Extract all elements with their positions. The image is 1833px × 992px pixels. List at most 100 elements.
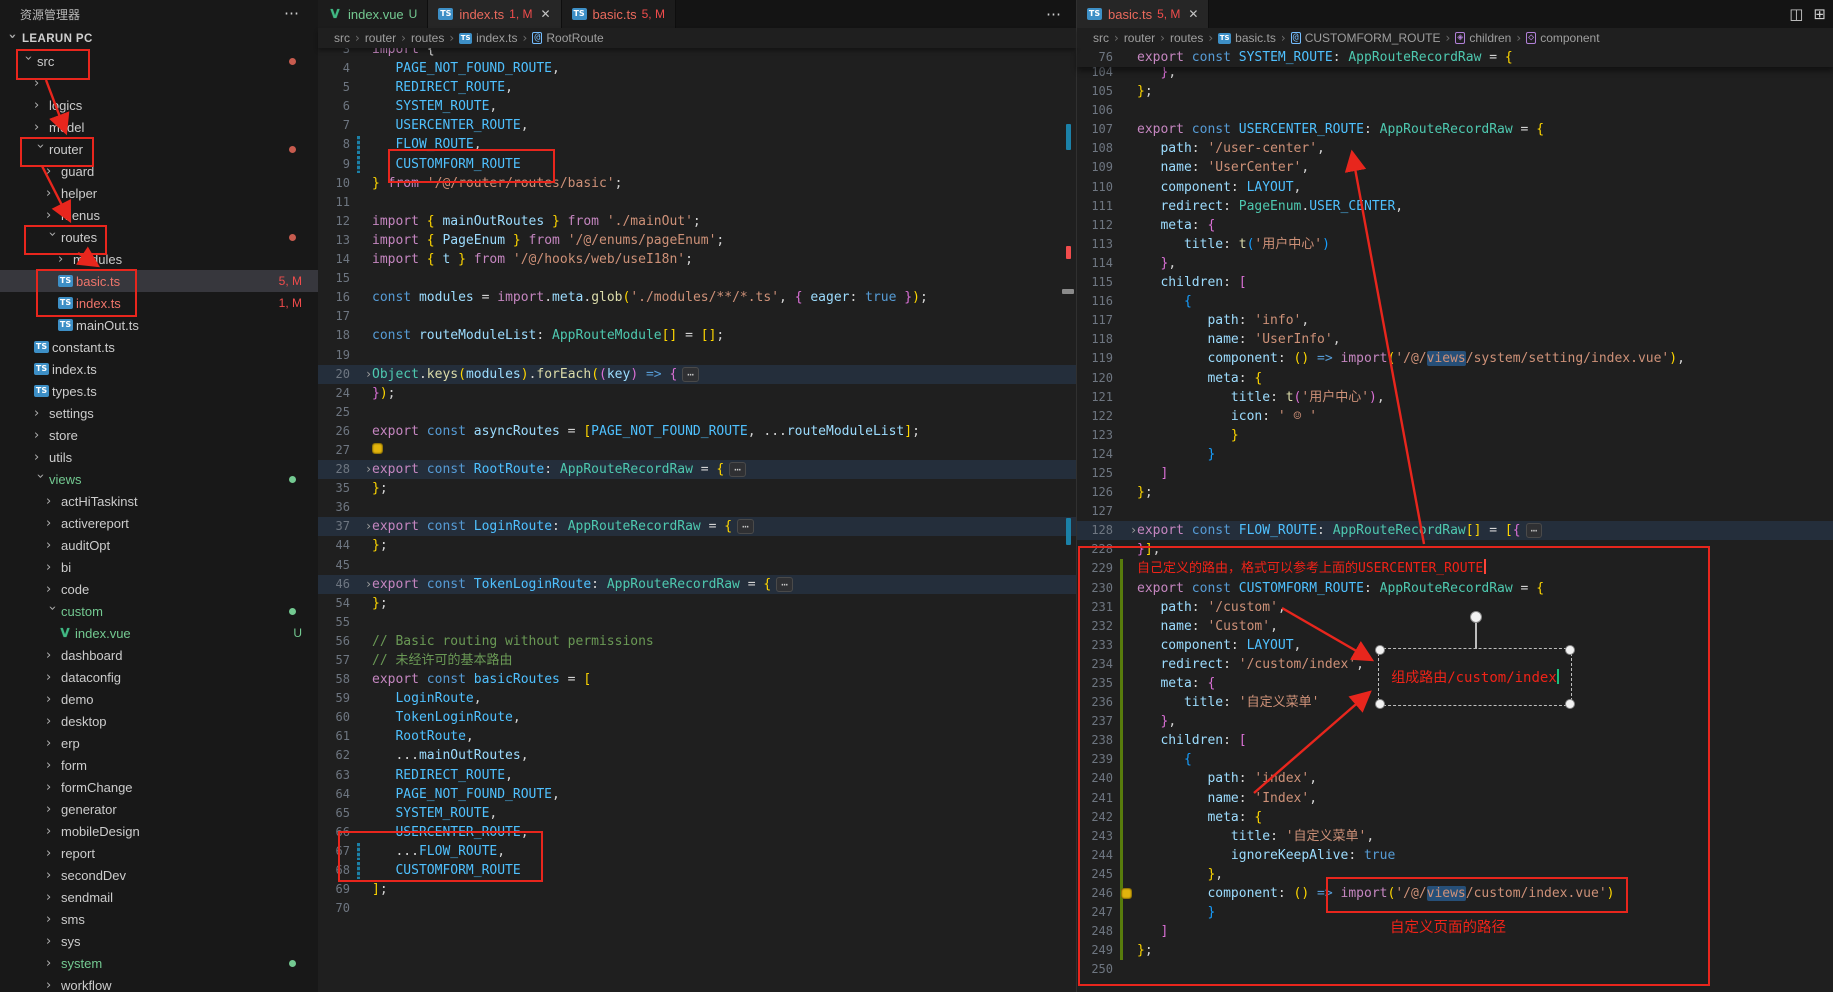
- tab-index.vue[interactable]: Vindex.vueU: [318, 0, 428, 28]
- explorer-header: 资源管理器 ⋯: [0, 0, 318, 28]
- breadcrumb-item-routes[interactable]: routes: [1170, 31, 1203, 45]
- tab-basic.ts[interactable]: TSbasic.ts5, M✕: [1077, 0, 1209, 28]
- tree-item-demo[interactable]: ›demo: [0, 688, 318, 710]
- lightbulb-icon[interactable]: [1121, 888, 1132, 899]
- tree-item-settings[interactable]: ›settings: [0, 402, 318, 424]
- code-line-17: 17: [318, 307, 1076, 326]
- tree-item-types.ts[interactable]: TStypes.ts: [0, 380, 318, 402]
- tree-item-sms[interactable]: ›sms: [0, 908, 318, 930]
- breadcrumb-item-component[interactable]: ◇component: [1526, 31, 1599, 45]
- tree-item-form[interactable]: ›form: [0, 754, 318, 776]
- fold-chevron-icon[interactable]: ›: [366, 460, 371, 479]
- editor-more-actions-icon[interactable]: ⋯: [1046, 5, 1062, 23]
- folded-code-ellipsis[interactable]: ⋯: [729, 462, 746, 477]
- folded-code-ellipsis[interactable]: ⋯: [682, 367, 699, 382]
- tree-item-helper[interactable]: ›helper: [0, 182, 318, 204]
- tree-item-erp[interactable]: ›erp: [0, 732, 318, 754]
- tree-item-system[interactable]: ›system: [0, 952, 318, 974]
- chevron-right-icon: ›: [34, 120, 46, 135]
- fold-chevron-icon[interactable]: ›: [1131, 521, 1136, 540]
- folded-code-ellipsis[interactable]: ⋯: [1526, 523, 1543, 538]
- code-line-67: 67 ...FLOW_ROUTE,: [318, 842, 1076, 861]
- fold-chevron-icon[interactable]: ›: [366, 365, 371, 384]
- tab-index.ts[interactable]: TSindex.ts1, M✕: [428, 0, 561, 28]
- typescript-file-icon: TS: [459, 33, 472, 44]
- tree-item-views[interactable]: ›views: [0, 468, 318, 490]
- file-tree[interactable]: ›src› ›logics›model›router›guard›helper›…: [0, 50, 318, 992]
- tree-item-custom[interactable]: ›custom: [0, 600, 318, 622]
- tree-item-sys[interactable]: ›sys: [0, 930, 318, 952]
- overview-ruler[interactable]: [1062, 48, 1074, 992]
- code-editor-index-ts[interactable]: 3import {4 PAGE_NOT_FOUND_ROUTE,5 REDIRE…: [318, 40, 1076, 992]
- tree-item-index.ts[interactable]: TSindex.ts1, M: [0, 292, 318, 314]
- tab-basic.ts[interactable]: TSbasic.ts5, M: [562, 0, 676, 28]
- tree-item-activereport[interactable]: ›activereport: [0, 512, 318, 534]
- folded-code-ellipsis[interactable]: ⋯: [776, 577, 793, 592]
- fold-chevron-icon[interactable]: ›: [366, 517, 371, 536]
- symbol-constant-icon: @: [532, 32, 542, 44]
- tree-item-workflow[interactable]: ›workflow: [0, 974, 318, 992]
- folded-code-ellipsis[interactable]: ⋯: [737, 519, 754, 534]
- lightbulb-icon[interactable]: [372, 443, 383, 454]
- code-line-55: 55: [318, 613, 1076, 632]
- tree-item-logics[interactable]: ›logics: [0, 94, 318, 116]
- explorer-title: 资源管理器: [20, 6, 80, 23]
- tree-item-model[interactable]: ›model: [0, 116, 318, 138]
- tab-status-badge: 1, M: [509, 7, 532, 21]
- tree-item-auditOpt[interactable]: ›auditOpt: [0, 534, 318, 556]
- tree-item-utils[interactable]: ›utils: [0, 446, 318, 468]
- tree-item-mobileDesign[interactable]: ›mobileDesign: [0, 820, 318, 842]
- breadcrumb-item-index.ts[interactable]: TSindex.ts: [459, 31, 517, 45]
- tree-item-secondDev[interactable]: ›secondDev: [0, 864, 318, 886]
- breadcrumb-item-router[interactable]: router: [1124, 31, 1155, 45]
- tree-item-dashboard[interactable]: ›dashboard: [0, 644, 318, 666]
- tree-item-guard[interactable]: ›guard: [0, 160, 318, 182]
- breadcrumb-item-src[interactable]: src: [1093, 31, 1109, 45]
- tree-item-code[interactable]: ›code: [0, 578, 318, 600]
- tree-item-basic.ts[interactable]: TSbasic.ts5, M: [0, 270, 318, 292]
- tree-item-src[interactable]: ›src: [0, 50, 318, 72]
- breadcrumb-item-children[interactable]: ◈children: [1455, 31, 1511, 45]
- tree-item-label: activereport: [61, 516, 129, 531]
- close-icon[interactable]: ✕: [540, 7, 550, 21]
- gutter-added-bar: [1120, 808, 1123, 827]
- tree-item-index.ts[interactable]: TSindex.ts: [0, 358, 318, 380]
- tree-item-actHiTaskinst[interactable]: ›actHiTaskinst: [0, 490, 318, 512]
- tree-item-menus[interactable]: ›menus: [0, 204, 318, 226]
- project-root-item[interactable]: › LEARUN PC: [0, 28, 318, 50]
- tree-item-generator[interactable]: ›generator: [0, 798, 318, 820]
- tree-item-index.vue[interactable]: Vindex.vueU: [0, 622, 318, 644]
- tab-status-badge: U: [409, 7, 418, 21]
- editor-layout-icon[interactable]: ⊞: [1813, 5, 1826, 23]
- tree-item-report[interactable]: ›report: [0, 842, 318, 864]
- code-line-109: 109 name: 'UserCenter',: [1077, 158, 1833, 177]
- split-editor-icon[interactable]: ◫: [1789, 5, 1803, 23]
- fold-chevron-icon[interactable]: ›: [366, 575, 371, 594]
- breadcrumb-item-CUSTOMFORM_ROUTE[interactable]: @CUSTOMFORM_ROUTE: [1291, 31, 1441, 45]
- breadcrumb-item-RootRoute[interactable]: @RootRoute: [532, 31, 603, 45]
- tree-item-dataconfig[interactable]: ›dataconfig: [0, 666, 318, 688]
- breadcrumb-item-routes[interactable]: routes: [411, 31, 444, 45]
- code-editor-basic-ts[interactable]: 104 },105};106107export const USERCENTER…: [1077, 63, 1833, 992]
- tree-item-desktop[interactable]: ›desktop: [0, 710, 318, 732]
- breadcrumb-item-src[interactable]: src: [334, 31, 350, 45]
- tree-item-router[interactable]: ›router: [0, 138, 318, 160]
- text-cursor: [1484, 559, 1486, 574]
- gutter-added-bar: [1120, 579, 1123, 598]
- tree-item-hidden[interactable]: ›: [0, 72, 318, 94]
- tree-item-constant.ts[interactable]: TSconstant.ts: [0, 336, 318, 358]
- git-status-dot: [289, 476, 296, 483]
- tree-item-label: actHiTaskinst: [61, 494, 138, 509]
- sticky-scroll-line[interactable]: 76export const SYSTEM_ROUTE: AppRouteRec…: [1077, 48, 1833, 67]
- tree-item-routes[interactable]: ›routes: [0, 226, 318, 248]
- breadcrumb-item-router[interactable]: router: [365, 31, 396, 45]
- explorer-more-actions-icon[interactable]: ⋯: [284, 4, 300, 22]
- breadcrumb-item-basic.ts[interactable]: TSbasic.ts: [1218, 31, 1276, 45]
- tree-item-bi[interactable]: ›bi: [0, 556, 318, 578]
- tree-item-formChange[interactable]: ›formChange: [0, 776, 318, 798]
- tree-item-mainOut.ts[interactable]: TSmainOut.ts: [0, 314, 318, 336]
- tree-item-modules[interactable]: ›modules: [0, 248, 318, 270]
- tree-item-store[interactable]: ›store: [0, 424, 318, 446]
- close-icon[interactable]: ✕: [1188, 7, 1198, 21]
- tree-item-sendmail[interactable]: ›sendmail: [0, 886, 318, 908]
